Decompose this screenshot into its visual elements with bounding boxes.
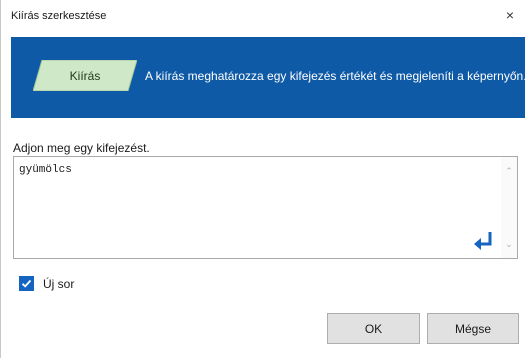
edit-output-dialog: Kiírás szerkesztése × Kiírás A kiírás me…	[0, 0, 525, 358]
output-block-label: Kiírás	[69, 68, 101, 83]
vertical-scrollbar[interactable]: ⌃ ⌄	[501, 157, 517, 258]
window-title: Kiírás szerkesztése	[11, 10, 107, 22]
expression-prompt: Adjon meg egy kifejezést.	[13, 141, 150, 155]
expression-input[interactable]: gyümölcs ⌃ ⌄	[13, 156, 518, 259]
enter-key-icon[interactable]	[473, 230, 495, 252]
ok-button[interactable]: OK	[327, 313, 420, 344]
info-banner: Kiírás A kiírás meghatározza egy kifejez…	[11, 37, 525, 118]
newline-checkbox[interactable]	[19, 276, 34, 291]
banner-description: A kiírás meghatározza egy kifejezés érté…	[145, 69, 525, 83]
expression-value[interactable]: gyümölcs	[19, 164, 72, 176]
title-bar: Kiírás szerkesztése ×	[1, 0, 525, 30]
newline-label[interactable]: Új sor	[43, 277, 74, 291]
close-icon[interactable]: ×	[498, 4, 522, 26]
scroll-up-icon[interactable]: ⌃	[504, 166, 514, 176]
check-icon	[21, 279, 32, 288]
scroll-down-icon[interactable]: ⌄	[504, 239, 514, 249]
cancel-button[interactable]: Mégse	[427, 313, 519, 344]
